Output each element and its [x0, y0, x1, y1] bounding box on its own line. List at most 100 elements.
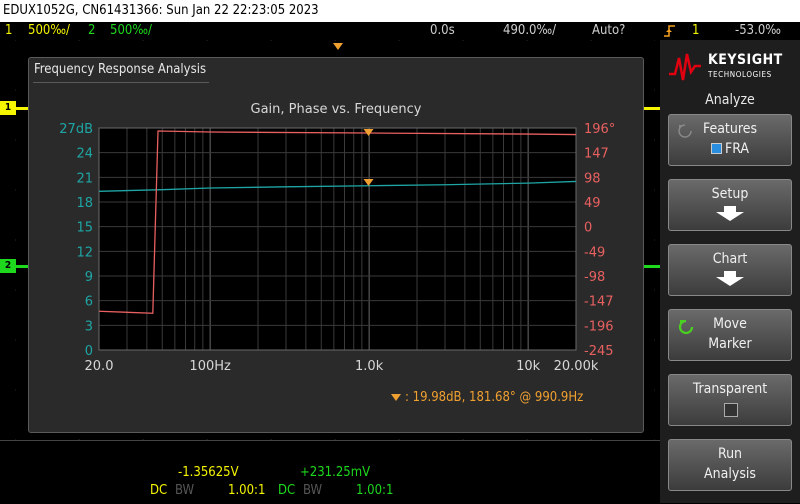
graticule-dot	[654, 189, 655, 191]
y-left-tick-label: 6	[85, 295, 93, 310]
features-button[interactable]: Features FRA	[668, 114, 792, 166]
graticule-dot	[15, 139, 16, 141]
graticule-dot	[654, 389, 655, 391]
y-right-tick-label: -98	[584, 270, 605, 285]
run-analysis-button[interactable]: Run Analysis	[668, 439, 792, 491]
ch2-trace-right	[644, 265, 660, 268]
graticule-dot	[654, 89, 655, 91]
graticule-dot	[654, 40, 655, 41]
plot-area	[99, 128, 576, 350]
ch1-trace-right	[644, 107, 660, 110]
trigger-position-marker	[333, 43, 343, 50]
y-left-tick-label: 15	[76, 221, 93, 236]
brand-name: KEYSIGHT	[708, 52, 783, 68]
softkey-panel: KEYSIGHT TECHNOLOGIES Analyze Features F…	[660, 40, 800, 503]
checkbox-checked-icon	[710, 143, 722, 154]
ch1-probe: 1.00:1	[228, 483, 266, 498]
keysight-wave-icon	[669, 53, 701, 81]
graticule-dot	[15, 40, 16, 41]
y-right-tick-label: 196°	[584, 122, 615, 137]
run-analysis-label-2: Analysis	[704, 466, 756, 482]
y-left-tick-label: 3	[85, 319, 93, 334]
trigger-source[interactable]: 1	[692, 22, 699, 40]
y-right-tick-label: -196	[584, 319, 614, 334]
checkbox-unchecked-icon	[724, 403, 738, 417]
x-tick-label: 20.00k	[554, 359, 599, 374]
title-bar: EDUX1052G, CN61431366: Sun Jan 22 22:23:…	[0, 0, 800, 22]
ch2-scale[interactable]: 500‰/	[110, 22, 152, 40]
move-marker-label-1: Move	[713, 316, 747, 332]
bottom-status: -1.35625V +231.25mV DC BW 1.00:1 DC BW 1…	[0, 440, 660, 504]
time-scale[interactable]: 490.0‰/	[503, 22, 556, 40]
graticule-dot	[78, 40, 80, 41]
graticule-dot	[654, 339, 655, 341]
ch2-coupling: DC	[278, 483, 296, 498]
features-value: FRA	[669, 141, 791, 157]
transparent-button[interactable]: Transparent	[668, 374, 792, 426]
move-marker-label-2: Marker	[708, 336, 752, 352]
ch1-measurement: -1.35625V	[178, 465, 239, 480]
y-right-tick-label: 49	[584, 196, 601, 211]
ch2-bw-limit: BW	[303, 483, 323, 498]
y-left-tick-label: 9	[85, 270, 93, 285]
keysight-logo: KEYSIGHT TECHNOLOGIES	[668, 48, 792, 86]
x-tick-label: 10k	[516, 359, 541, 374]
marker-value: : 19.98dB, 181.68° @ 990.9Hz	[405, 390, 584, 405]
ch2-number[interactable]: 2	[88, 22, 95, 40]
fra-window-title: Frequency Response Analysis	[34, 62, 207, 77]
ch1-scale[interactable]: 500‰/	[28, 22, 70, 40]
y-left-tick-label: 21	[76, 171, 93, 186]
run-analysis-label-1: Run	[717, 446, 743, 462]
chart-button[interactable]: Chart	[668, 244, 792, 296]
graticule-dot	[654, 239, 655, 241]
ch2-probe: 1.00:1	[356, 483, 394, 498]
time-delay[interactable]: 0.0s	[430, 22, 455, 40]
y-right-tick-label: 98	[584, 171, 601, 186]
trigger-mode[interactable]: Auto?	[592, 22, 625, 40]
y-right-tick-label: -49	[584, 245, 605, 260]
graticule-dot	[15, 339, 16, 341]
graticule-dot	[654, 289, 655, 291]
setup-label: Setup	[711, 186, 749, 202]
fra-chart[interactable]: Gain, Phase vs. Frequency 27dB 24 21 18 15 12…	[29, 88, 643, 418]
y-left-tick-label: 18	[76, 196, 93, 211]
graticule-dot	[15, 289, 16, 291]
graticule-dot	[142, 40, 144, 41]
y-right-tick-label: -147	[584, 295, 614, 310]
top-status-bar: 1 500‰/ 2 500‰/ 0.0s 490.0‰/ Auto? 1 -53…	[0, 22, 800, 40]
x-tick-label: 100Hz	[189, 359, 231, 374]
y-right-tick-label: 147	[584, 147, 609, 162]
graticule-dot	[526, 40, 528, 41]
ch2-trace-left	[16, 265, 28, 268]
y-left-tick-label: 0	[85, 344, 93, 359]
ch1-coupling: DC	[150, 483, 168, 498]
ch1-number[interactable]: 1	[5, 22, 12, 40]
graticule-dot	[590, 40, 592, 41]
ch1-ground-marker[interactable]: 1	[0, 101, 16, 115]
graticule-dot	[206, 40, 208, 41]
marker-readout: : 19.98dB, 181.68° @ 990.9Hz	[391, 390, 583, 405]
graticule-dot	[15, 239, 16, 241]
graticule-dot	[462, 40, 464, 41]
ch2-ground-marker[interactable]: 2	[0, 259, 16, 273]
graticule-dot	[270, 40, 272, 41]
y-left-tick-label: 12	[76, 245, 93, 260]
ch1-bw-limit: BW	[175, 483, 195, 498]
menu-title: Analyze	[705, 92, 755, 108]
x-tick-label: 20.0	[85, 359, 114, 374]
marker-icon	[391, 394, 401, 401]
y-right-tick-label: 0	[584, 221, 592, 236]
setup-button[interactable]: Setup	[668, 179, 792, 231]
trigger-level[interactable]: -53.0‰	[735, 22, 781, 40]
chart-title: Gain, Phase vs. Frequency	[251, 102, 422, 117]
x-tick-label: 1.0k	[355, 359, 384, 374]
transparent-label: Transparent	[692, 381, 768, 397]
features-label: Features	[702, 121, 758, 137]
move-marker-button[interactable]: Move Marker	[668, 309, 792, 361]
graticule-dot	[15, 189, 16, 191]
graticule-dot	[334, 40, 336, 41]
graticule-dot	[15, 89, 16, 91]
y-left-tick-label: 27dB	[59, 122, 93, 137]
fra-title-divider	[33, 82, 209, 83]
ch1-trace-left	[16, 107, 28, 110]
